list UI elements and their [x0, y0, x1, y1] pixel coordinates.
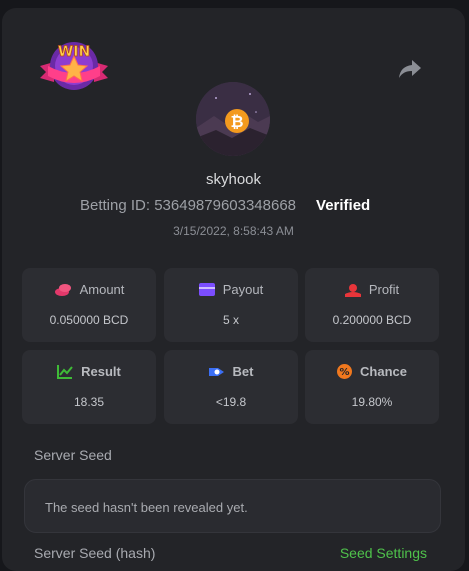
stat-label-bet: Bet [232, 364, 254, 379]
betting-id: Betting ID: 53649879603348668 [80, 197, 297, 214]
profit-icon [344, 283, 361, 297]
bet-details-modal: WIN ₿ skyhook Betting ID: 53649879603348… [2, 8, 465, 571]
stat-value-profit: 0.200000 BCD [332, 313, 412, 327]
stat-value-chance: 19.80% [351, 395, 393, 409]
avatar: ₿ [196, 82, 270, 156]
bitcoin-avatar-icon: ₿ [196, 82, 270, 156]
stat-value-payout: 5 x [222, 313, 239, 327]
stat-card-payout: Payout 5 x [164, 268, 298, 342]
stat-label-profit: Profit [368, 282, 400, 297]
server-seed-hash-label: Server Seed (hash) [34, 545, 156, 561]
stat-label-amount: Amount [79, 282, 125, 297]
stat-value-bet: <19.8 [215, 395, 247, 409]
win-badge-text: WIN [58, 44, 90, 60]
stat-card-result: Result 18.35 [22, 350, 156, 424]
win-badge-icon: WIN [40, 42, 108, 90]
stat-value-result: 18.35 [73, 395, 105, 409]
percent-icon: % [337, 364, 353, 379]
username: skyhook [205, 171, 262, 188]
stat-label-payout: Payout [222, 282, 264, 297]
stat-label-chance: Chance [360, 364, 407, 379]
stat-value-amount: 0.050000 BCD [49, 313, 129, 327]
target-icon [208, 367, 224, 376]
stat-card-profit: Profit 0.200000 BCD [305, 268, 439, 342]
stat-label-result: Result [81, 364, 121, 379]
verified-badge: Verified [316, 197, 371, 214]
stat-card-amount: Amount 0.050000 BCD [22, 268, 156, 342]
stat-card-chance: % Chance 19.80% [305, 350, 439, 424]
share-icon[interactable] [398, 58, 422, 80]
coin-icon [54, 283, 71, 296]
seed-settings-link[interactable]: Seed Settings [340, 545, 427, 561]
chart-icon [57, 365, 73, 379]
svg-text:%: % [340, 367, 350, 378]
wallet-icon [198, 283, 215, 296]
server-seed-message: The seed hasn't been revealed yet. [45, 500, 248, 515]
betting-id-row: Betting ID: 53649879603348668 Verified [80, 197, 370, 214]
server-seed-label: Server Seed [34, 447, 112, 463]
bet-date: 3/15/2022, 8:58:43 AM [173, 224, 294, 238]
server-seed-field[interactable]: The seed hasn't been revealed yet. [24, 479, 441, 533]
stat-card-bet: Bet <19.8 [164, 350, 298, 424]
svg-text:₿: ₿ [230, 112, 243, 131]
